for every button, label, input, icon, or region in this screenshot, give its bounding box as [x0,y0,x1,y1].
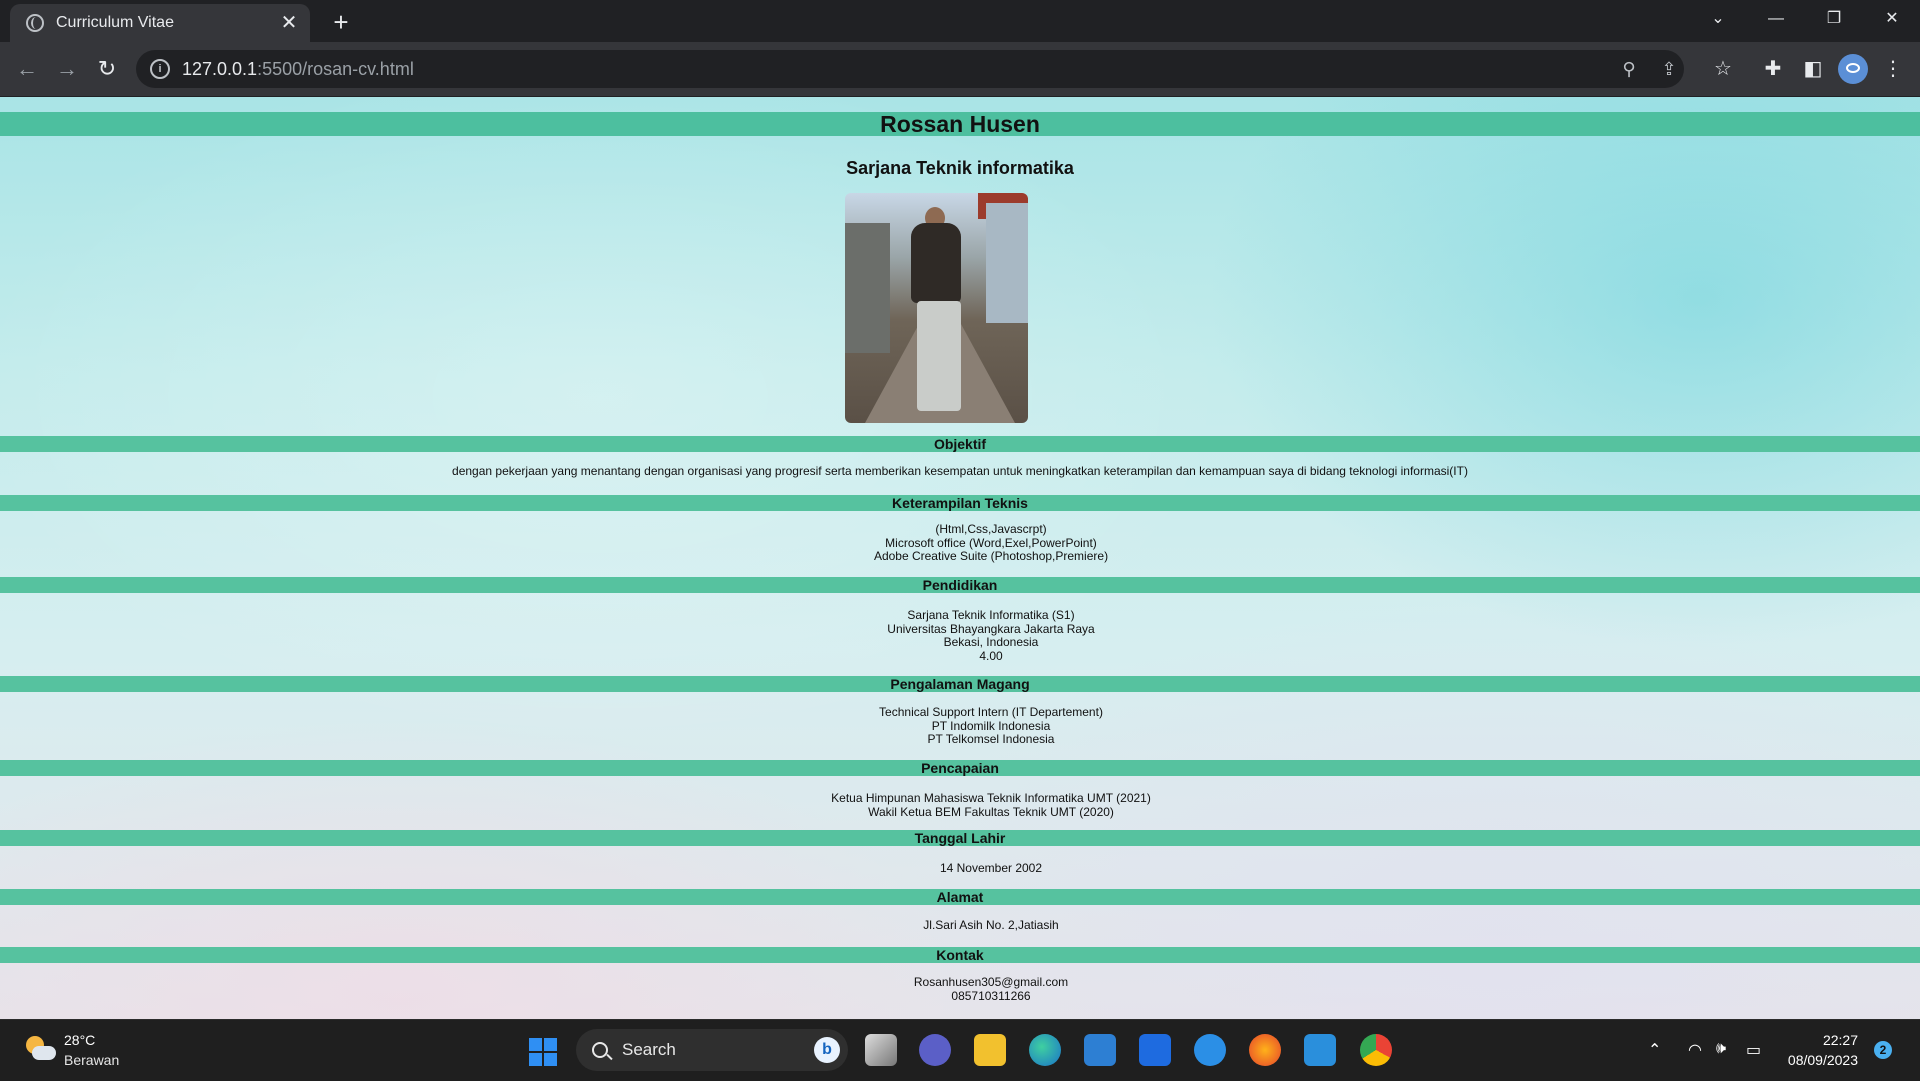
extensions-icon[interactable]: ✚ [1756,52,1790,86]
cv-page: Rossan Husen Sarjana Teknik informatika … [0,97,1920,1019]
teams-chat-icon[interactable] [919,1034,951,1066]
new-tab-button[interactable]: + [326,8,356,38]
content-line: (Html,Css,Javascrpt) [935,522,1047,536]
restore-button[interactable]: ❐ [1806,0,1862,38]
start-windows-icon[interactable] [529,1038,559,1068]
section-content-alamat: Jl.Sari Asih No. 2,Jatiasih [31,918,1920,933]
globe-icon [26,14,44,32]
url-path: :5500/rosan-cv.html [257,58,414,79]
tab-search-chevron-icon[interactable]: ⌄ [1690,0,1746,38]
content-line: Sarjana Teknik Informatika (S1) [907,608,1075,622]
edge-browser-icon[interactable] [1029,1034,1061,1066]
content-line: Technical Support Intern (IT Departement… [879,705,1103,719]
content-line: 4.00 [979,648,1003,663]
content-line: 085710311266 [951,988,1031,1003]
section-heading-pencapaian: Pencapaian [921,760,999,776]
tab-title: Curriculum Vitae [56,14,174,31]
mail-icon[interactable] [1084,1034,1116,1066]
close-window-button[interactable]: ✕ [1864,0,1920,38]
section-heading-alamat: Alamat [936,889,984,905]
content-line: Rosanhusen305@gmail.com [913,975,1069,989]
content-line: 14 November 2002 [939,861,1043,875]
section-heading-pendidikan: Pendidikan [922,577,998,593]
weather-description[interactable]: Berawan [64,1052,119,1068]
section-heading-kontak: Kontak [936,947,984,963]
content-line: Jl.Sari Asih No. 2,Jatiasih [923,918,1059,932]
volume-icon[interactable]: 🕪 [1716,1040,1726,1058]
section-content-objektif: dengan pekerjaan yang menantang dengan o… [0,464,1920,479]
dropbox-icon[interactable] [1139,1034,1171,1066]
menu-kebab-icon[interactable]: ⋮ [1876,52,1910,86]
notification-badge[interactable]: 2 [1874,1041,1892,1059]
reload-button[interactable]: ↻ [90,52,124,86]
cv-degree: Sarjana Teknik informatika [846,158,1074,178]
forward-button[interactable]: → [50,52,84,86]
weather-temperature[interactable]: 28°C [64,1032,95,1048]
file-explorer-icon[interactable] [974,1034,1006,1066]
close-tab-icon[interactable]: ✕ [278,12,300,34]
browser-toolbar: ← → ↻ i 127.0.0.1 :5500/rosan-cv.html ⚲ … [0,42,1920,97]
search-label: Search [622,1040,676,1059]
section-heading-keterampilan: Keterampilan Teknis [892,495,1028,511]
share-icon[interactable]: ⇪ [1650,50,1688,88]
tab-strip: Curriculum Vitae ✕ + ⌄ — ❐ ✕ [0,0,1920,42]
section-content-keterampilan: (Html,Css,Javascrpt) Microsoft office (W… [31,522,1920,564]
clock-date[interactable]: 08/09/2023 [1788,1052,1858,1068]
profile-avatar[interactable] [1838,54,1868,84]
clock-time[interactable]: 22:27 [1823,1032,1858,1048]
content-line: Bekasi, Indonesia [943,635,1039,649]
taskbar: 28°C Berawan Search b ⌃ ◠ 🕪 ▭ 22:27 08/0… [0,1019,1920,1081]
section-heading-objektif: Objektif [933,436,987,452]
minimize-button[interactable]: — [1748,0,1804,38]
chrome-icon[interactable] [1360,1034,1392,1066]
content-line: Universitas Bhayangkara Jakarta Raya [887,621,1095,636]
zoom-icon[interactable]: ⚲ [1610,50,1648,88]
search-icon [592,1042,608,1058]
section-content-pencapaian: Ketua Himpunan Mahasiswa Teknik Informat… [31,791,1920,819]
section-heading-pengalaman: Pengalaman Magang [890,676,1030,692]
section-content-kontak: Rosanhusen305@gmail.com 085710311266 [31,975,1920,1003]
taskbar-search[interactable]: Search b [576,1029,848,1071]
weather-cloudy-icon[interactable] [24,1034,56,1064]
section-content-tanggal-lahir: 14 November 2002 [31,861,1920,876]
section-content-pendidikan: Sarjana Teknik Informatika (S1) Universi… [31,608,1920,663]
wifi-icon[interactable]: ◠ [1688,1040,1702,1060]
profile-photo [845,193,1028,423]
task-view-icon[interactable] [865,1034,897,1066]
content-line: Wakil Ketua BEM Fakultas Teknik UMT (202… [868,804,1114,819]
content-line: Microsoft office (Word,Exel,PowerPoint) [885,535,1097,550]
back-button[interactable]: ← [10,52,44,86]
bookmark-star-icon[interactable]: ☆ [1706,52,1740,86]
section-content-pengalaman: Technical Support Intern (IT Departement… [31,705,1920,747]
address-bar[interactable]: i 127.0.0.1 :5500/rosan-cv.html ⚲ ⇪ [136,50,1684,88]
url-host: 127.0.0.1 [182,58,258,79]
firefox-icon[interactable] [1249,1034,1281,1066]
vscode-icon[interactable] [1304,1034,1336,1066]
content-line: Adobe Creative Suite (Photoshop,Premiere… [873,549,1109,563]
site-info-icon[interactable]: i [150,59,170,79]
content-line: Ketua Himpunan Mahasiswa Teknik Informat… [831,791,1151,805]
section-heading-tanggal-lahir: Tanggal Lahir [914,830,1006,846]
show-hidden-icons-chevron-icon[interactable]: ⌃ [1648,1040,1661,1060]
battery-icon[interactable]: ▭ [1746,1040,1761,1060]
content-line: PT Indomilk Indonesia [931,718,1051,733]
content-line: dengan pekerjaan yang menantang dengan o… [452,464,1468,478]
content-line: PT Telkomsel Indonesia [927,732,1055,746]
get-help-icon[interactable] [1194,1034,1226,1066]
side-panel-icon[interactable]: ◧ [1796,52,1830,86]
tab-curriculum-vitae[interactable]: Curriculum Vitae ✕ [10,4,310,42]
cv-name: Rossan Husen [880,111,1040,137]
bing-icon[interactable]: b [814,1037,840,1063]
